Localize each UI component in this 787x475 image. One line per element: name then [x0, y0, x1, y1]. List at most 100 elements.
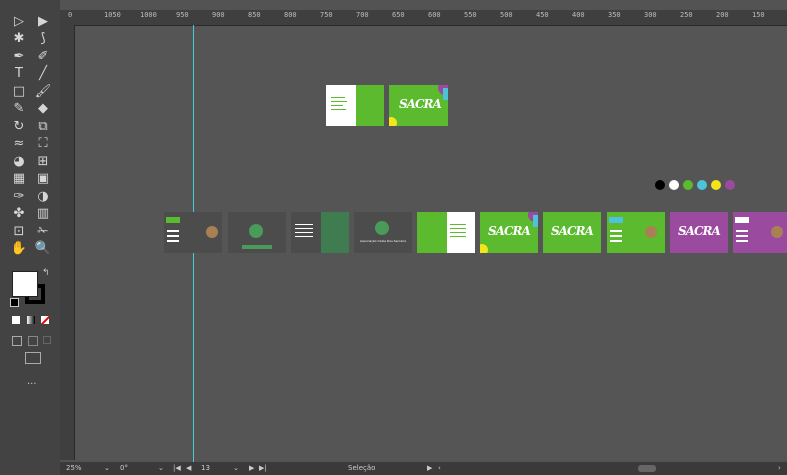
- mesh-icon[interactable]: ▦: [10, 170, 28, 188]
- ruler-tick-label: 1050: [104, 11, 121, 19]
- column-graph-icon[interactable]: ▥: [34, 205, 52, 223]
- horizontal-ruler[interactable]: 0 1050 1000 950 900 850 800 750 700 650 600 550 500 4…: [60, 10, 787, 26]
- type-icon[interactable]: T: [10, 65, 28, 83]
- ruler-tick-label: 550: [464, 11, 477, 19]
- eraser-icon[interactable]: ◆: [34, 100, 52, 118]
- scale-icon[interactable]: ⧉: [34, 117, 52, 135]
- ruler-tick-label: 900: [212, 11, 225, 19]
- artboard-2[interactable]: [228, 212, 286, 253]
- ruler-tick-label: 750: [320, 11, 333, 19]
- color-dot: [697, 180, 707, 190]
- prev-artboard-icon[interactable]: ◀: [186, 464, 191, 472]
- artboard-1[interactable]: [164, 212, 222, 253]
- lasso-icon[interactable]: ⟆: [34, 30, 52, 48]
- graffiti-logo: SACRA: [551, 224, 594, 238]
- ruler-tick-label: 800: [284, 11, 297, 19]
- artboard-6[interactable]: SACRA: [480, 212, 538, 253]
- swap-colors-icon[interactable]: ↰: [42, 268, 50, 278]
- zoom-dropdown-icon[interactable]: ⌄: [104, 464, 110, 472]
- selection-icon[interactable]: ▷: [10, 12, 28, 30]
- free-transform-icon[interactable]: ⛶: [34, 135, 52, 153]
- slice-icon[interactable]: ✁: [34, 222, 52, 240]
- more-tools-button[interactable]: ...: [27, 376, 37, 387]
- hand-icon[interactable]: ✋: [10, 240, 28, 258]
- ruler-tick-label: 250: [680, 11, 693, 19]
- artboard-list-white[interactable]: [326, 85, 384, 126]
- scroll-left-icon[interactable]: ‹: [438, 464, 441, 472]
- symbol-sprayer-icon[interactable]: ✤: [10, 205, 28, 223]
- magic-wand-icon[interactable]: ✱: [10, 30, 28, 48]
- screen-mode-icon[interactable]: [25, 352, 41, 364]
- color-dot: [683, 180, 693, 190]
- artboard-9[interactable]: SACRA: [670, 212, 728, 253]
- next-artboard-icon[interactable]: ▶: [249, 464, 254, 472]
- eyedropper-icon[interactable]: ✑: [10, 187, 28, 205]
- draw-normal-icon[interactable]: [12, 336, 22, 346]
- gradient-icon[interactable]: ▣: [34, 170, 52, 188]
- draw-behind-icon[interactable]: [28, 336, 38, 346]
- ruler-tick-label: 350: [608, 11, 621, 19]
- artboard-graffiti-top[interactable]: SACRA: [389, 85, 448, 126]
- artboard-10[interactable]: [733, 212, 787, 253]
- artboard-3[interactable]: [291, 212, 349, 253]
- zoom-level[interactable]: 25%: [66, 464, 82, 472]
- zoom-icon[interactable]: 🔍: [34, 240, 52, 258]
- curvature-icon[interactable]: ✐: [34, 47, 52, 65]
- ruler-tick-label: 300: [644, 11, 657, 19]
- artboard-number[interactable]: 13: [201, 464, 210, 472]
- line-icon[interactable]: ╱: [34, 65, 52, 83]
- artboard-8[interactable]: [607, 212, 665, 253]
- color-dot: [725, 180, 735, 190]
- ruler-tick-label: 0: [68, 11, 73, 19]
- blend-icon[interactable]: ◑: [34, 187, 52, 205]
- color-dot: [669, 180, 679, 190]
- ruler-tick-label: 400: [572, 11, 585, 19]
- current-tool: Seleção: [348, 464, 376, 472]
- tools-panel: ▷ ▶ ✱ ⟆ ✒ ✐ T ╱ □ 🖌 ✎ ◆ ↻ ⧉ ≈ ⛶ ◕ ⊞ ▦ ▣ ✑ ◑ ✤ ▥ ⊡ ✁ ✋ 🔍 ↰ ...: [0, 0, 60, 475]
- shaper-icon[interactable]: ✎: [10, 100, 28, 118]
- graffiti-logo: SACRA: [488, 224, 531, 238]
- ruler-tick-label: 850: [248, 11, 261, 19]
- ruler-tick-label: 600: [428, 11, 441, 19]
- paintbrush-icon[interactable]: 🖌: [34, 82, 52, 100]
- draw-inside-icon[interactable]: [43, 336, 51, 344]
- ruler-tick-label: 500: [500, 11, 513, 19]
- direct-selection-icon[interactable]: ▶: [34, 12, 52, 30]
- artboard-dropdown-icon[interactable]: ⌄: [233, 464, 239, 472]
- ruler-tick-label: 1000: [140, 11, 157, 19]
- first-artboard-icon[interactable]: |◀: [173, 464, 181, 472]
- graffiti-logo: SACRA: [399, 97, 442, 111]
- none-mode-icon[interactable]: [41, 316, 49, 324]
- artboard-title: Associação Clube Dos Sacraria: [359, 239, 407, 243]
- artboard-icon[interactable]: ⊡: [10, 222, 28, 240]
- artboard-4[interactable]: Associação Clube Dos Sacraria: [354, 212, 412, 253]
- fill-swatch[interactable]: [12, 271, 38, 297]
- color-mode-icon[interactable]: [12, 316, 20, 324]
- ruler-tick-label: 450: [536, 11, 549, 19]
- ruler-tick-label: 150: [752, 11, 765, 19]
- ruler-tick-label: 200: [716, 11, 729, 19]
- rotate-icon[interactable]: ↻: [10, 117, 28, 135]
- vertical-ruler[interactable]: [60, 25, 75, 460]
- color-dot: [711, 180, 721, 190]
- status-menu-icon[interactable]: ▶: [427, 464, 432, 472]
- graffiti-logo: SACRA: [678, 224, 721, 238]
- rectangle-icon[interactable]: □: [10, 82, 28, 100]
- ruler-tick-label: 650: [392, 11, 405, 19]
- default-colors-icon[interactable]: [10, 298, 19, 307]
- rotation-dropdown-icon[interactable]: ⌄: [158, 464, 164, 472]
- last-artboard-icon[interactable]: ▶|: [259, 464, 267, 472]
- perspective-icon[interactable]: ⊞: [34, 152, 52, 170]
- ruler-tick-label: 950: [176, 11, 189, 19]
- artboard-5[interactable]: [417, 212, 475, 253]
- shape-builder-icon[interactable]: ◕: [10, 152, 28, 170]
- gradient-mode-icon[interactable]: [27, 316, 35, 324]
- color-dot: [655, 180, 665, 190]
- rotation-value[interactable]: 0°: [120, 464, 128, 472]
- width-icon[interactable]: ≈: [10, 135, 28, 153]
- horizontal-scrollbar-thumb[interactable]: [638, 465, 656, 472]
- pen-icon[interactable]: ✒: [10, 47, 28, 65]
- ruler-tick-label: 700: [356, 11, 369, 19]
- scroll-right-icon[interactable]: ›: [778, 464, 781, 472]
- artboard-7[interactable]: SACRA: [543, 212, 601, 253]
